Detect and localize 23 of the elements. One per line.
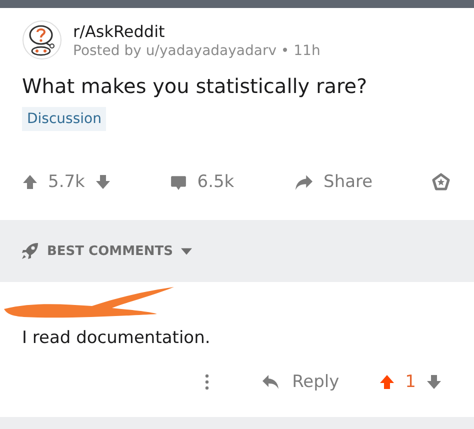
comment-text: I read documentation. [22, 328, 212, 348]
downvote-arrow-icon[interactable] [426, 374, 442, 390]
upvote-arrow-icon[interactable] [22, 174, 38, 190]
upvote-arrow-icon[interactable] [379, 374, 396, 390]
reply-arrow-icon [261, 374, 280, 390]
more-options-icon[interactable] [205, 374, 210, 390]
flair-tag[interactable]: Discussion [22, 107, 106, 131]
post-byline: Posted by u/yadayadayadarv • 11h [73, 42, 320, 58]
award-icon[interactable] [432, 173, 450, 191]
sort-dropdown[interactable]: BEST COMMENTS [21, 242, 192, 260]
share-button[interactable]: Share [294, 172, 373, 192]
share-arrow-icon [294, 174, 314, 190]
reply-button[interactable]: Reply [261, 372, 340, 392]
subreddit-name[interactable]: r/AskReddit [73, 22, 320, 40]
vote-count: 5.7k [48, 172, 85, 192]
comment-count: 6.5k [197, 172, 234, 192]
vote-count: 1 [405, 372, 416, 392]
post-title: What makes you statistically rare? [22, 74, 368, 98]
rocket-icon [21, 242, 39, 260]
subreddit-avatar-icon[interactable] [22, 20, 62, 60]
downvote-arrow-icon[interactable] [94, 174, 111, 190]
caret-icon [181, 248, 192, 254]
comment-bubble-icon[interactable] [170, 174, 188, 190]
